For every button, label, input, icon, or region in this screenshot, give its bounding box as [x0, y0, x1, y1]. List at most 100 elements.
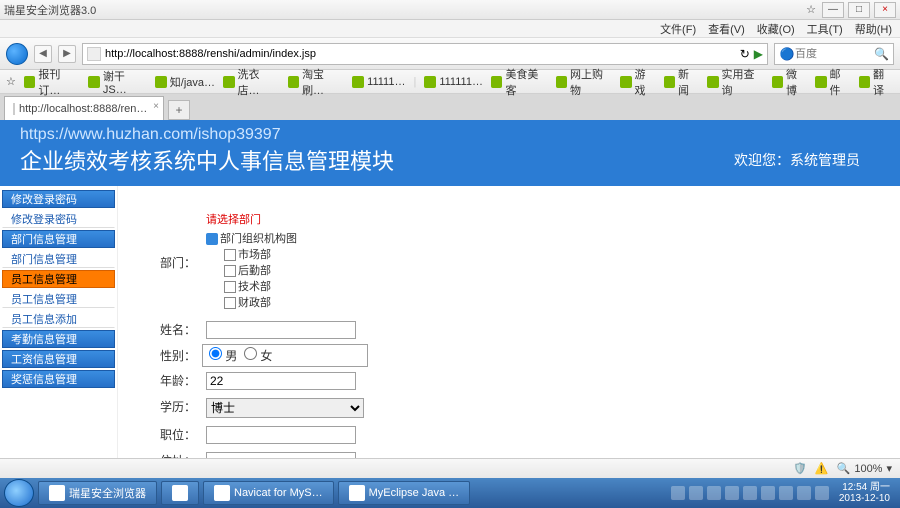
- sidebar: 修改登录密码修改登录密码部门信息管理部门信息管理员工信息管理员工信息管理员工信息…: [0, 186, 118, 458]
- bookmark-item[interactable]: 新闻: [664, 66, 699, 98]
- status-shield-icon: 🛡️: [793, 462, 807, 475]
- tree-node[interactable]: 市场部: [224, 247, 364, 263]
- page-header: https://www.huzhan.com/ishop39397 企业绩效考核…: [0, 120, 900, 186]
- bookmark-item[interactable]: 微博: [772, 66, 807, 98]
- bookmark-bar: ☆报刊订…谢干JS…知/java…洗衣店…淘宝刷…11111…|111111…美…: [0, 70, 900, 94]
- taskbar-app[interactable]: 瑞星安全浏览器: [38, 481, 157, 505]
- tray-icon[interactable]: [779, 486, 793, 500]
- bookmark-item[interactable]: 11111…: [352, 76, 405, 88]
- tray-icon[interactable]: [761, 486, 775, 500]
- bookmark-item[interactable]: 洗衣店…: [223, 66, 280, 98]
- menu-view[interactable]: 查看(V): [708, 21, 745, 37]
- gender-male[interactable]: 男: [209, 349, 237, 363]
- tree-root[interactable]: 部门组织机构图: [206, 231, 364, 247]
- bookmark-item[interactable]: 知/java…: [155, 74, 215, 90]
- bookmark-item[interactable]: 邮件: [815, 66, 850, 98]
- sidebar-item[interactable]: 奖惩信息管理: [2, 370, 115, 388]
- page-icon: [87, 47, 101, 61]
- bookmark-item[interactable]: 谢干JS…: [88, 68, 146, 96]
- age-input[interactable]: [206, 372, 356, 390]
- tray-icon[interactable]: [815, 486, 829, 500]
- tree-node[interactable]: 技术部: [224, 279, 364, 295]
- menu-tools[interactable]: 工具(T): [807, 21, 843, 37]
- tray-icon[interactable]: [707, 486, 721, 500]
- tray-icon[interactable]: [743, 486, 757, 500]
- search-input[interactable]: [795, 48, 874, 60]
- sidebar-item[interactable]: 员工信息添加: [2, 310, 115, 328]
- bookmark-item[interactable]: 网上购物: [556, 66, 613, 98]
- sidebar-item[interactable]: 考勤信息管理: [2, 330, 115, 348]
- sidebar-item[interactable]: 部门信息管理: [2, 230, 115, 248]
- taskbar-app[interactable]: [161, 481, 199, 505]
- sidebar-item[interactable]: 部门信息管理: [2, 250, 115, 268]
- zoom-control[interactable]: 🔍 100% ▾: [837, 462, 892, 475]
- app-icon: [172, 485, 188, 501]
- search-box[interactable]: 🔵 🔍: [774, 43, 894, 65]
- name-input[interactable]: [206, 321, 356, 339]
- menu-file[interactable]: 文件(F): [660, 21, 696, 37]
- sidebar-item[interactable]: 员工信息管理: [2, 290, 115, 308]
- tray-icon[interactable]: [689, 486, 703, 500]
- name-label: 姓名：: [140, 318, 200, 342]
- url-input[interactable]: [105, 48, 736, 60]
- start-button[interactable]: [4, 479, 34, 507]
- tab-close-icon[interactable]: ×: [153, 101, 159, 112]
- star-icon[interactable]: ☆: [806, 3, 816, 16]
- taskbar-app[interactable]: Navicat for MyS…: [203, 481, 334, 505]
- tray-icon[interactable]: [797, 486, 811, 500]
- menu-help[interactable]: 帮助(H): [855, 21, 892, 37]
- new-tab-button[interactable]: +: [168, 100, 190, 120]
- browser-tab[interactable]: http://localhost:8888/ren… ×: [4, 96, 164, 120]
- dept-tree[interactable]: 部门组织机构图 市场部后勤部技术部财政部: [206, 229, 364, 313]
- close-button[interactable]: ×: [874, 2, 896, 18]
- bookmark-icon: [491, 76, 502, 88]
- fav-star-icon[interactable]: ☆: [6, 75, 16, 88]
- clock-time: 12:54 周一: [839, 482, 890, 493]
- position-input[interactable]: [206, 426, 356, 444]
- bookmark-icon: [815, 76, 826, 88]
- dept-label: 部门：: [140, 208, 200, 316]
- tree-node[interactable]: 后勤部: [224, 263, 364, 279]
- forward-button[interactable]: ▶: [58, 45, 76, 63]
- taskbar-clock[interactable]: 12:54 周一 2013-12-10: [833, 482, 896, 504]
- taskbar-app[interactable]: MyEclipse Java …: [338, 481, 470, 505]
- bookmark-icon: [556, 76, 567, 88]
- bookmark-icon: [707, 76, 718, 88]
- doc-icon: [224, 265, 236, 277]
- app-icon: [49, 485, 65, 501]
- bookmark-icon: [772, 76, 783, 88]
- bookmark-item[interactable]: 实用查询: [707, 66, 764, 98]
- bookmark-icon: [88, 76, 99, 88]
- back-button[interactable]: ◀: [34, 45, 52, 63]
- edu-select[interactable]: 博士: [206, 398, 364, 418]
- tray-icon[interactable]: [725, 486, 739, 500]
- bookmark-item[interactable]: 游戏: [620, 66, 655, 98]
- bookmark-item[interactable]: 淘宝刷…: [288, 66, 345, 98]
- bookmark-item[interactable]: 美食美客: [491, 66, 548, 98]
- app-icon: [349, 485, 365, 501]
- sidebar-item[interactable]: 员工信息管理: [2, 270, 115, 288]
- age-label: 年龄：: [140, 369, 200, 393]
- bookmark-item[interactable]: 报刊订…: [24, 66, 81, 98]
- main-content: 部门： 请选择部门 部门组织机构图 市场部后勤部技术部财政部 姓名： 性别： 男…: [118, 186, 900, 458]
- bookmark-item[interactable]: 111111…: [424, 76, 483, 88]
- address-bar[interactable]: ↻ ▶: [82, 43, 768, 65]
- doc-icon: [224, 297, 236, 309]
- zoom-dropdown-icon[interactable]: ▾: [886, 462, 892, 475]
- tree-node[interactable]: 财政部: [224, 295, 364, 311]
- bookmark-icon: [352, 76, 364, 88]
- tray-icon[interactable]: [671, 486, 685, 500]
- maximize-button[interactable]: □: [848, 2, 870, 18]
- sidebar-item[interactable]: 修改登录密码: [2, 210, 115, 228]
- menu-favorites[interactable]: 收藏(O): [757, 21, 795, 37]
- search-icon[interactable]: 🔍: [874, 47, 889, 61]
- gender-female[interactable]: 女: [244, 349, 272, 363]
- watermark-url: https://www.huzhan.com/ishop39397: [20, 126, 880, 144]
- sidebar-item[interactable]: 修改登录密码: [2, 190, 115, 208]
- go-button[interactable]: ▶: [754, 47, 763, 61]
- sidebar-item[interactable]: 工资信息管理: [2, 350, 115, 368]
- refresh-button[interactable]: ↻: [740, 47, 750, 61]
- minimize-button[interactable]: —: [822, 2, 844, 18]
- bookmark-item[interactable]: 翻译: [859, 66, 894, 98]
- address-input[interactable]: [206, 452, 356, 458]
